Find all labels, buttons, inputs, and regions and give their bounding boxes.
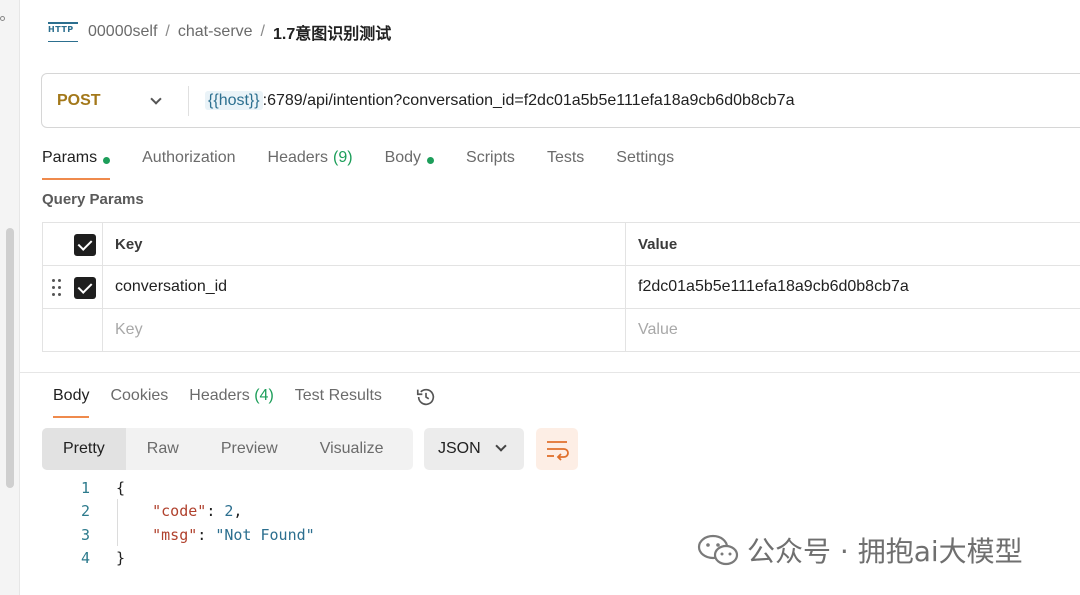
tab-tests-label: Tests (546, 149, 585, 166)
tab-params[interactable]: Params (42, 146, 111, 180)
tab-headers-count: (9) (333, 149, 353, 166)
response-tab-body[interactable]: Body (53, 386, 90, 418)
url-host-variable[interactable]: {{host}} (205, 90, 263, 110)
response-divider (20, 372, 1080, 373)
code-line: 4} (60, 547, 315, 571)
tab-settings[interactable]: Settings (616, 146, 674, 180)
chevron-down-icon (150, 93, 162, 105)
response-body-code[interactable]: 1{ 2 "code": 2, 3 "msg": "Not Found" 4} (60, 476, 315, 570)
tab-tests[interactable]: Tests (547, 146, 584, 180)
json-value-code: 2 (224, 502, 234, 521)
response-tab-headers-label: Headers (189, 387, 250, 404)
select-all-checkbox[interactable] (74, 234, 96, 256)
history-icon[interactable] (415, 386, 437, 408)
tab-params-label: Params (42, 149, 98, 166)
code-line: 1{ (60, 476, 315, 500)
wechat-icon (697, 534, 739, 566)
drag-handle-icon[interactable] (52, 279, 62, 297)
breadcrumb-workspace[interactable]: 00000self (88, 23, 157, 41)
param-value-field[interactable]: f2dc01a5b5e111efa18a9cb6d0b8cb7a (626, 266, 1080, 308)
indent-guide (117, 499, 118, 546)
line-number: 4 (80, 549, 90, 568)
url-input[interactable]: {{host}}:6789/api/intention?conversation… (189, 90, 795, 110)
code-line: 2 "code": 2, (60, 500, 315, 524)
column-header-value: Value (638, 235, 678, 253)
method-label: POST (57, 91, 101, 109)
response-tab-cookies[interactable]: Cookies (110, 386, 168, 418)
breadcrumb-collection[interactable]: chat-serve (178, 23, 253, 41)
table-row: conversation_id f2dc01a5b5e111efa18a9cb6… (43, 266, 1080, 309)
request-tabs: Params Authorization Headers (9) Body Sc… (42, 146, 706, 180)
sidebar-dot-icon (0, 16, 5, 21)
http-icon: HTTP (48, 22, 78, 42)
request-url-bar: POST {{host}}:6789/api/intention?convers… (41, 73, 1080, 128)
tab-scripts-label: Scripts (466, 149, 515, 166)
code-close-brace: } (116, 549, 126, 568)
breadcrumb-request-name[interactable]: 1.7意图识别测试 (273, 20, 391, 44)
language-select[interactable]: JSON (424, 428, 524, 470)
breadcrumb-separator: / (165, 23, 170, 40)
response-tab-headers-count: (4) (254, 387, 274, 404)
response-format-group: Pretty Raw Preview Visualize (42, 428, 413, 470)
tab-body[interactable]: Body (384, 146, 435, 180)
tab-headers[interactable]: Headers (9) (268, 146, 353, 180)
breadcrumb: HTTP 00000self / chat-serve / 1.7意图识别测试 (48, 18, 391, 46)
column-header-key: Key (103, 223, 626, 265)
format-pretty-button[interactable]: Pretty (42, 428, 126, 470)
line-number: 2 (80, 502, 90, 521)
language-select-label: JSON (438, 440, 481, 457)
response-tabs: Body Cookies Headers (4) Test Results (53, 386, 437, 418)
header-checkbox-cell (43, 223, 103, 265)
format-raw-button[interactable]: Raw (126, 428, 200, 470)
json-key-code: "code" (152, 502, 207, 521)
query-params-title: Query Params (42, 191, 144, 208)
chevron-down-icon (495, 440, 507, 452)
empty-checkbox-cell (43, 309, 103, 351)
params-indicator-dot (103, 157, 111, 164)
table-row-empty: Key Value (43, 309, 1080, 352)
method-select[interactable]: POST (42, 74, 188, 127)
watermark-text: 公众号 · 拥抱ai大模型 (747, 535, 1023, 568)
url-path: :6789/api/intention?conversation_id=f2dc… (262, 91, 795, 109)
table-header-row: Key Value (43, 223, 1080, 266)
format-preview-button[interactable]: Preview (200, 428, 299, 470)
wrap-lines-icon (547, 441, 569, 461)
json-key-msg: "msg" (152, 525, 198, 544)
json-value-msg: "Not Found" (215, 525, 315, 544)
sidebar-scrollbar[interactable] (6, 228, 14, 488)
row-checkbox-cell (43, 266, 103, 308)
tab-headers-label: Headers (267, 149, 328, 166)
format-visualize-button[interactable]: Visualize (299, 428, 405, 470)
watermark: 公众号 · 拥抱ai大模型 (697, 530, 1023, 570)
tab-authorization[interactable]: Authorization (142, 146, 235, 180)
tab-scripts[interactable]: Scripts (466, 146, 515, 180)
line-number: 1 (80, 478, 90, 497)
tab-body-label: Body (384, 149, 422, 166)
tab-authorization-label: Authorization (142, 149, 236, 166)
code-open-brace: { (116, 478, 126, 497)
response-tab-test-results[interactable]: Test Results (295, 386, 382, 418)
line-number: 3 (80, 525, 90, 544)
response-tab-headers[interactable]: Headers (4) (189, 386, 274, 418)
param-key-field[interactable]: conversation_id (103, 266, 626, 308)
query-params-table: Key Value conversation_id f2dc01a5b5e111… (42, 222, 1080, 352)
left-sidebar-strip (0, 0, 20, 595)
row-checkbox[interactable] (74, 277, 96, 299)
new-key-field[interactable]: Key (103, 309, 626, 351)
tab-settings-label: Settings (616, 149, 675, 166)
code-line: 3 "msg": "Not Found" (60, 523, 315, 547)
wrap-lines-button[interactable] (536, 428, 578, 470)
new-value-field[interactable]: Value (626, 309, 1080, 351)
breadcrumb-separator: / (260, 23, 265, 40)
body-indicator-dot (427, 157, 435, 164)
